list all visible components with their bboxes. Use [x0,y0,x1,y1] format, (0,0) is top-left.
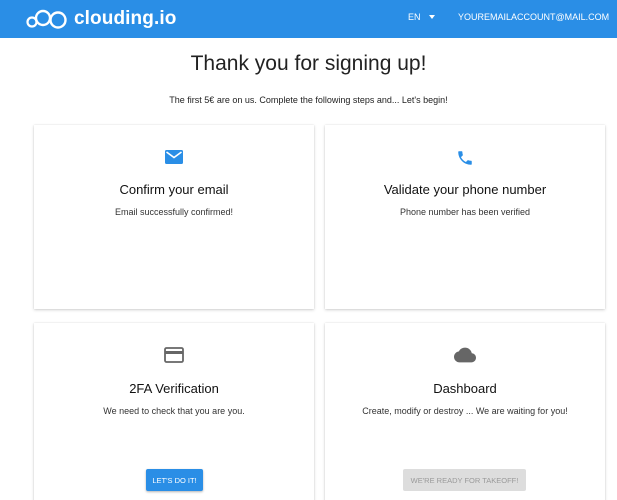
lets-do-it-button[interactable]: LET'S DO IT! [146,469,203,491]
credit-card-icon [164,347,184,363]
card-title: Validate your phone number [383,182,547,197]
page-subtitle: The first 5€ are on us. Complete the fol… [169,95,448,105]
email-icon [165,150,183,164]
page-title: Thank you for signing up! [190,52,427,75]
chevron-down-icon [428,15,435,19]
ready-for-takeoff-button[interactable]: WE'RE READY FOR TAKEOFF! [403,469,526,491]
account-email: YOUREMAILACCOUNT@MAIL.COM [458,12,610,22]
card-confirm-email: Confirm your email Email successfully co… [34,125,314,309]
account-menu[interactable]: YOUREMAILACCOUNT@MAIL.COM [458,12,617,22]
card-validate-phone: Validate your phone number Phone number … [325,125,605,309]
card-title: Dashboard [433,381,497,396]
card-title: Confirm your email [119,182,229,197]
language-selector[interactable]: EN [408,12,435,22]
card-dashboard: Dashboard Create, modify or destroy ... … [325,323,605,500]
card-text: Email successfully confirmed! [114,207,234,217]
card-text: Create, modify or destroy ... We are wai… [362,406,568,416]
card-text: We need to check that you are you. [103,406,245,416]
phone-icon [458,151,472,165]
cloud-icon [454,347,476,363]
card-2fa-verification: 2FA Verification We need to check that y… [34,323,314,500]
logo-icon [26,9,67,29]
brand-name: clouding.io [74,8,177,29]
top-bar: clouding.io EN YOUREMAILACCOUNT@MAIL.COM [0,0,617,38]
brand-logo[interactable]: clouding.io [26,6,176,32]
language-label: EN [408,12,421,22]
card-title: 2FA Verification [129,381,219,396]
card-text: Phone number has been verified [399,207,531,217]
